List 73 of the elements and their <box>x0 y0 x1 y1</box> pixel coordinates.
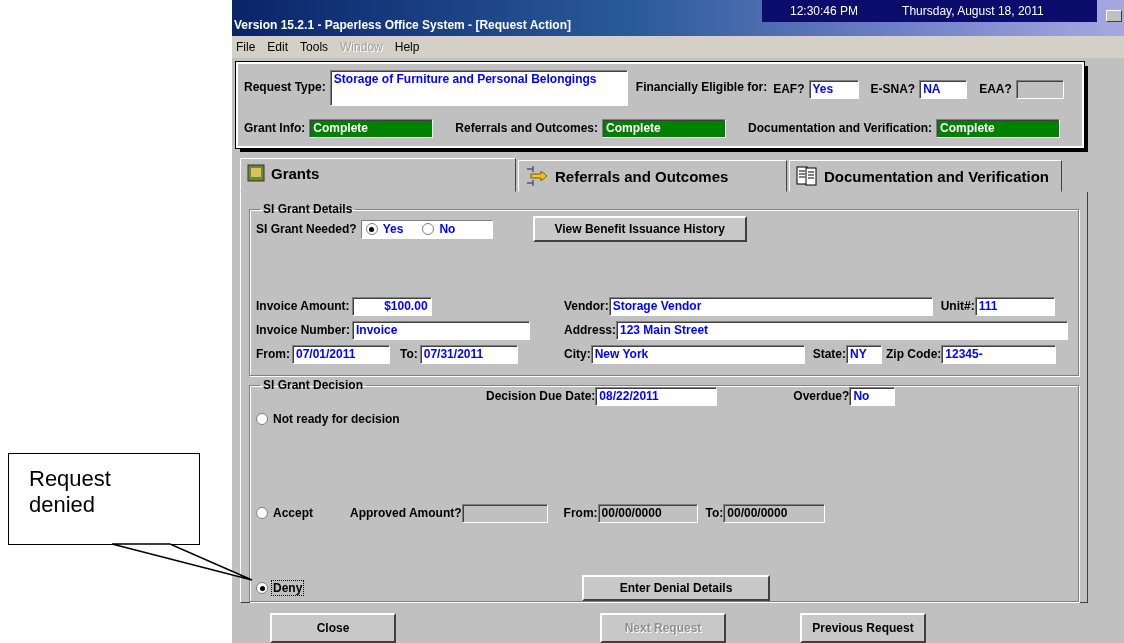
arrows-icon <box>525 165 549 187</box>
field-label: SI Grant Needed? <box>256 222 357 236</box>
status-field: Complete <box>309 118 434 138</box>
radio-option[interactable]: Accept <box>256 506 314 520</box>
field-label: From: <box>256 347 290 361</box>
field-label: Financially Eligible for: <box>635 80 768 94</box>
text-field[interactable]: Invoice <box>352 320 531 340</box>
tab[interactable]: Grants <box>240 158 516 192</box>
field-label: Request Type: <box>244 80 326 94</box>
text-field[interactable]: New York <box>590 344 805 364</box>
field-label: E-SNA? <box>870 82 916 96</box>
field-label: Decision Due Date: <box>486 389 596 403</box>
text-field[interactable]: Storage Vendor <box>608 296 933 316</box>
radio-button[interactable] <box>256 582 268 594</box>
radio-option[interactable]: Yes <box>365 222 405 236</box>
radio-button[interactable] <box>365 223 378 235</box>
enter-denial-details-button[interactable]: Enter Denial Details <box>582 575 770 601</box>
status-field: Complete <box>936 118 1061 138</box>
field-label: Zip Code: <box>886 347 942 361</box>
radio-option[interactable]: Deny <box>256 581 304 595</box>
tab[interactable]: Documentation and Verification <box>789 160 1062 192</box>
callout-text: Request denied <box>29 466 111 517</box>
field-label: EAF? <box>773 82 805 96</box>
field-label: Grant Info: <box>244 121 306 135</box>
request-type-field[interactable]: Storage of Furniture and Personal Belongings <box>329 70 628 106</box>
status-field: Complete <box>602 118 727 138</box>
text-field[interactable]: NA <box>919 79 968 99</box>
window-title: Version 15.2.1 - Paperless Office System - [Request Action] <box>234 18 571 32</box>
field-label: Invoice Number: <box>256 323 351 337</box>
group-title: SI Grant Details <box>262 202 354 216</box>
text-field[interactable]: $100.00 <box>351 296 432 316</box>
clock-time: 12:30:46 PM <box>790 4 859 18</box>
radio-option[interactable]: Not ready for decision <box>256 412 401 426</box>
text-field[interactable]: 08/22/2011 <box>595 386 718 406</box>
text-field[interactable]: NY <box>846 344 882 364</box>
menu-item[interactable]: Tools <box>300 40 329 54</box>
field-label: Approved Amount? <box>350 506 462 520</box>
menu-item[interactable]: Edit <box>267 40 289 54</box>
radio-option[interactable]: No <box>422 222 457 236</box>
text-field[interactable]: No <box>849 386 896 406</box>
field-label: To: <box>705 506 724 520</box>
group-title: SI Grant Decision <box>262 378 365 392</box>
document-icon <box>796 166 818 186</box>
minimize-button[interactable] <box>1106 10 1122 22</box>
field-label: EAA? <box>979 82 1012 96</box>
radio-button[interactable] <box>256 413 268 425</box>
view-history-button[interactable]: View Benefit Issuance History <box>532 216 747 242</box>
book-icon <box>247 164 265 182</box>
tab[interactable]: Referrals and Outcomes <box>518 160 787 192</box>
text-field[interactable]: 123 Main Street <box>616 320 1068 340</box>
field-label: Documentation and Verification: <box>748 121 933 135</box>
clock-date: Thursday, August 18, 2011 <box>902 4 1044 18</box>
footer-button[interactable]: Close <box>270 613 396 643</box>
field-label: From: <box>563 506 598 520</box>
text-field[interactable]: 07/31/2011 <box>419 344 518 364</box>
text-field[interactable]: 07/01/2011 <box>292 344 390 364</box>
field-label: State: <box>812 347 846 361</box>
radio-button[interactable] <box>422 223 435 235</box>
field-label: Vendor: <box>564 299 609 313</box>
field-label: To: <box>400 347 418 361</box>
text-field[interactable]: 111 <box>974 296 1055 316</box>
menu-item[interactable]: File <box>236 40 256 54</box>
footer-button[interactable]: Previous Request <box>800 613 926 643</box>
field-label: Invoice Amount: <box>256 299 350 313</box>
text-field[interactable]: Yes <box>808 79 859 99</box>
field-label: Unit#: <box>940 299 975 313</box>
text-field[interactable]: 12345- <box>941 344 1057 364</box>
menu-item[interactable]: Help <box>394 40 420 54</box>
field-label: Address: <box>564 323 616 337</box>
field-label: Referrals and Outcomes: <box>455 121 599 135</box>
field-label: Overdue? <box>793 389 850 403</box>
field-label: City: <box>564 347 591 361</box>
radio-button[interactable] <box>256 507 268 519</box>
